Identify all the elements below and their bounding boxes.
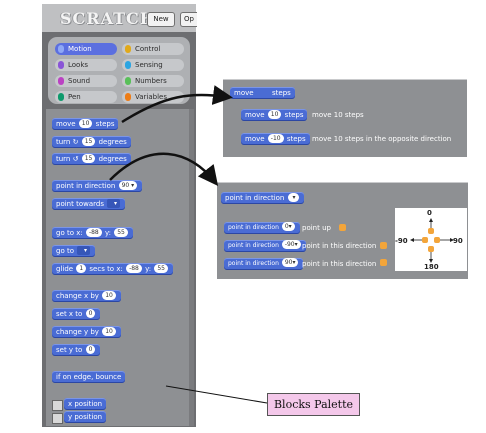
- blocks-palette-label: Blocks Palette: [267, 393, 360, 416]
- direction-callout-arrow: [109, 152, 219, 186]
- callout-arrows: [109, 85, 268, 404]
- move-callout-arrow: [121, 85, 233, 124]
- palette-label-line: [165, 385, 268, 404]
